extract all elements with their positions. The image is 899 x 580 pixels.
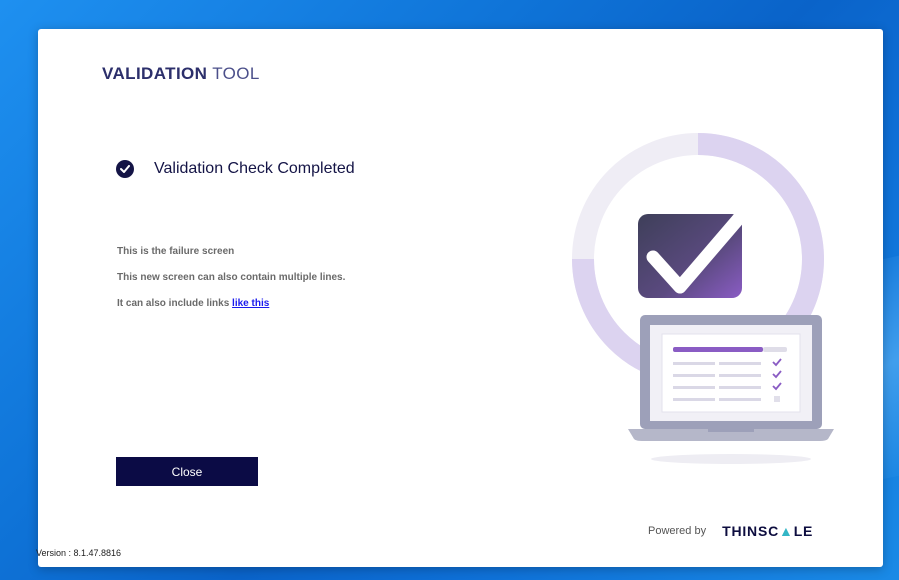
powered-by-label: Powered by xyxy=(648,525,707,537)
inline-link[interactable]: like this xyxy=(232,298,269,309)
app-title-light: TOOL xyxy=(212,64,260,83)
thinscale-logo: THINSC▲LE xyxy=(722,523,814,539)
status-title: Validation Check Completed xyxy=(154,160,355,177)
close-button[interactable]: Close xyxy=(116,457,258,486)
check-circle-icon xyxy=(116,160,134,178)
app-title-bold: VALIDATION xyxy=(102,64,208,83)
message-line-2: This new screen can also contain multipl… xyxy=(117,272,346,283)
validation-window: VALIDATION TOOL Validation Check Complet… xyxy=(38,29,883,567)
message-line-3-text: It can also include links xyxy=(117,298,230,309)
message-line-3: It can also include links like this xyxy=(117,298,269,309)
message-line-1: This is the failure screen xyxy=(117,246,235,257)
powered-by: Powered by THINSC▲LE xyxy=(648,523,813,539)
laptop-shadow xyxy=(651,454,811,464)
status-row: Validation Check Completed xyxy=(116,160,355,178)
version-label: Version : 8.1.47.8816 xyxy=(36,548,122,558)
form-progress-bar xyxy=(673,347,763,352)
app-title: VALIDATION TOOL xyxy=(102,64,260,84)
validation-illustration xyxy=(572,133,834,464)
